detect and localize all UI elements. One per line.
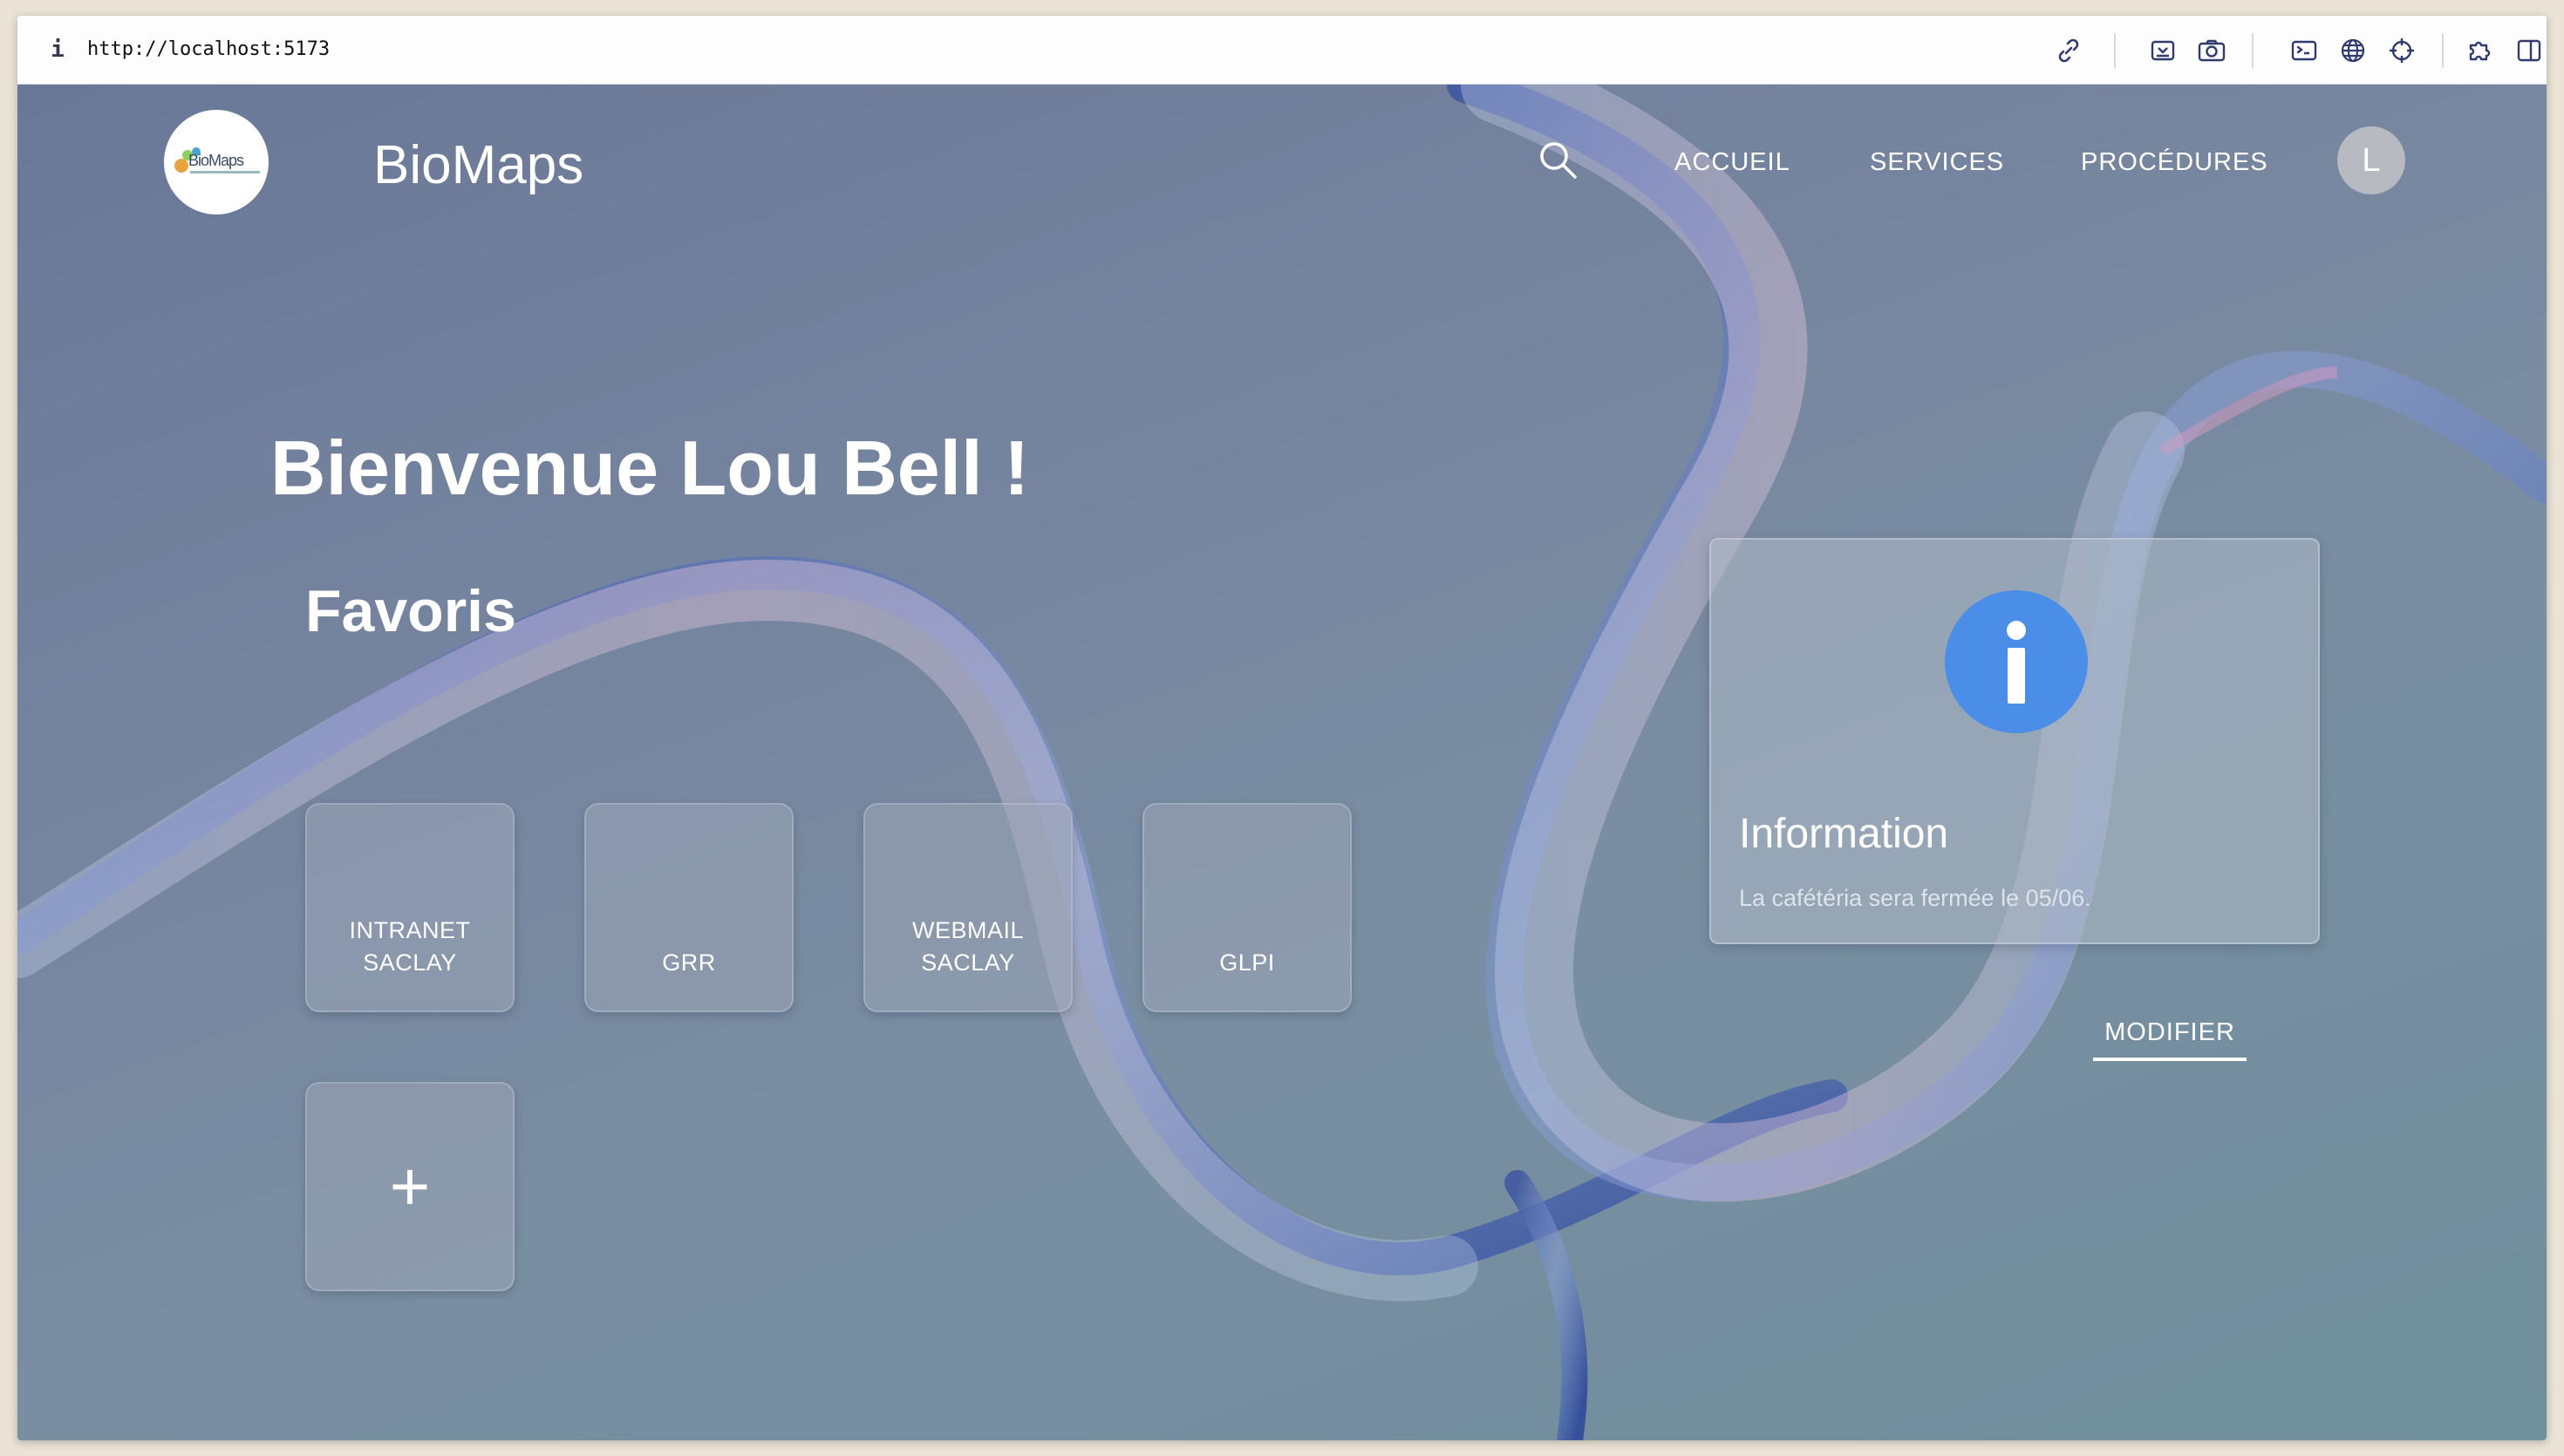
favorite-tile-webmail[interactable]: WEBMAIL SACLAY xyxy=(863,803,1073,1012)
terminal-icon[interactable] xyxy=(2288,35,2320,66)
address-bar[interactable]: http://localhost:5173 xyxy=(87,35,330,65)
crosshair-icon[interactable] xyxy=(2386,35,2417,66)
site-info-icon[interactable]: i xyxy=(49,35,66,65)
favorite-label: INTRANET SACLAY xyxy=(349,917,471,976)
sidebar-icon[interactable] xyxy=(2513,35,2545,66)
favorite-label: GLPI xyxy=(1219,949,1275,976)
modify-button[interactable]: MODIFIER xyxy=(2093,1017,2247,1061)
favorite-tile-glpi[interactable]: GLPI xyxy=(1142,803,1352,1012)
favorite-tile-intranet[interactable]: INTRANET SACLAY xyxy=(305,803,515,1012)
screenshot-area-icon[interactable] xyxy=(2147,35,2179,66)
favorite-label: WEBMAIL SACLAY xyxy=(911,917,1025,976)
add-favorite-button[interactable]: + xyxy=(305,1082,515,1291)
nav-procedures[interactable]: PROCÉDURES xyxy=(2081,147,2268,177)
favorites-title: Favoris xyxy=(305,578,516,644)
nav-accueil[interactable]: ACCUEIL xyxy=(1674,147,1790,177)
page-content: BioMaps BioMaps ACCUEIL SERVICES PROCÉDU… xyxy=(17,85,2547,1440)
biomaps-logo[interactable]: BioMaps xyxy=(164,110,269,214)
globe-icon[interactable] xyxy=(2337,35,2369,66)
logo-underline xyxy=(190,171,260,173)
browser-window: i http://localhost:5173 BioMaps BioMaps … xyxy=(17,16,2547,1440)
brand-title: BioMaps xyxy=(373,135,584,195)
avatar[interactable]: L xyxy=(2337,126,2405,194)
information-card: Information La cafétéria sera fermée le … xyxy=(1709,538,2320,944)
welcome-heading: Bienvenue Lou Bell ! xyxy=(270,425,1030,511)
logo-text: BioMaps xyxy=(188,152,244,169)
extension-icon[interactable] xyxy=(2465,35,2496,66)
browser-toolbar: i http://localhost:5173 xyxy=(17,16,2547,85)
camera-icon[interactable] xyxy=(2196,35,2227,66)
info-icon xyxy=(1945,590,2088,733)
nav-services[interactable]: SERVICES xyxy=(1870,147,2004,177)
information-text: La cafétéria sera fermée le 05/06. xyxy=(1739,885,2091,911)
search-icon[interactable] xyxy=(1537,139,1580,182)
favorite-tile-grr[interactable]: GRR xyxy=(584,803,794,1012)
information-title: Information xyxy=(1739,811,1949,857)
plus-icon: + xyxy=(389,1147,431,1225)
favorite-label: GRR xyxy=(662,949,716,976)
link-icon[interactable] xyxy=(2053,35,2084,66)
